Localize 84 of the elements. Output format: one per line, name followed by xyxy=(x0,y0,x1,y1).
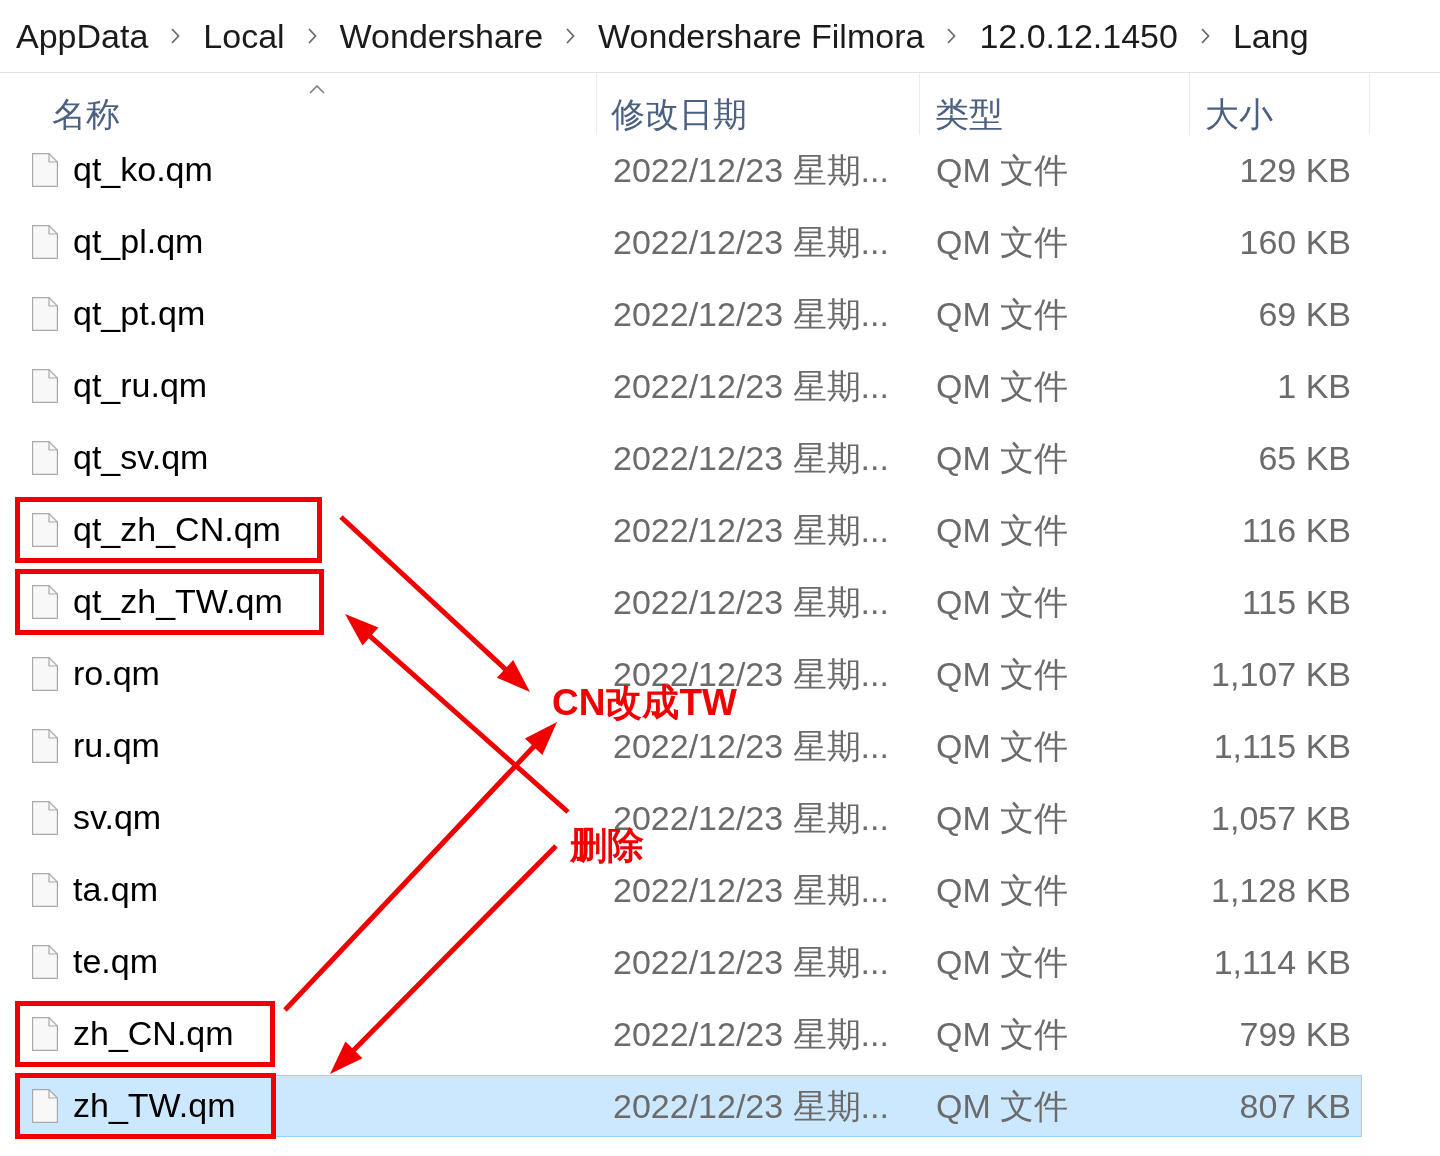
file-icon xyxy=(32,297,58,331)
file-icon xyxy=(32,1089,58,1123)
date-modified: 2022/12/23 星期... xyxy=(613,726,889,765)
chevron-right-icon[interactable] xyxy=(307,28,317,44)
file-size: 129 KB xyxy=(1239,150,1351,189)
file-icon xyxy=(32,369,58,403)
file-icon xyxy=(32,945,58,979)
date-modified: 2022/12/23 星期... xyxy=(613,366,889,405)
file-name[interactable]: te.qm xyxy=(73,943,159,981)
file-name[interactable]: zh_TW.qm xyxy=(73,1087,236,1125)
selected-file-row[interactable]: zh_TW.qm 2022/12/23 星期... QM 文件 807 KB xyxy=(17,1075,1362,1137)
date-modified: 2022/12/23 星期... xyxy=(613,510,889,549)
file-type: QM 文件 xyxy=(936,798,1069,837)
date-modified: 2022/12/23 星期... xyxy=(613,942,889,981)
file-size: 69 KB xyxy=(1258,294,1351,333)
breadcrumb-item[interactable]: Wondershare Filmora xyxy=(598,15,925,57)
file-size: 1,107 KB xyxy=(1211,654,1351,693)
chevron-right-icon[interactable] xyxy=(171,28,181,44)
file-name[interactable]: ro.qm xyxy=(73,655,160,693)
file-size: 160 KB xyxy=(1239,222,1351,261)
file-name[interactable]: zh_CN.qm xyxy=(73,1015,234,1053)
file-type: QM 文件 xyxy=(936,582,1069,621)
file-type: QM 文件 xyxy=(936,726,1069,765)
file-name[interactable]: qt_ko.qm xyxy=(73,151,213,189)
file-icon xyxy=(32,873,58,907)
file-icon xyxy=(32,801,58,835)
column-header[interactable]: 名称 xyxy=(52,92,120,135)
breadcrumb-item[interactable]: AppData xyxy=(16,15,149,57)
file-size: 1 KB xyxy=(1277,366,1351,405)
column-header[interactable]: 大小 xyxy=(1205,92,1273,135)
file-icon xyxy=(32,153,58,187)
file-icon xyxy=(32,441,58,475)
file-size: 1,114 KB xyxy=(1213,942,1351,981)
file-name[interactable]: sv.qm xyxy=(73,799,162,837)
date-modified: 2022/12/23 星期... xyxy=(613,294,889,333)
file-type: QM 文件 xyxy=(936,870,1069,909)
file-name[interactable]: qt_sv.qm xyxy=(73,439,209,477)
file-type: QM 文件 xyxy=(936,654,1069,693)
breadcrumb-item[interactable]: 12.0.12.1450 xyxy=(979,15,1178,57)
file-icon xyxy=(32,657,58,691)
column-header[interactable]: 修改日期 xyxy=(611,92,747,135)
date-modified: 2022/12/23 星期... xyxy=(613,1014,889,1053)
file-name[interactable]: qt_zh_TW.qm xyxy=(73,583,283,621)
file-size: 807 KB xyxy=(1239,1086,1351,1125)
file-icon xyxy=(32,1017,58,1051)
file-type: QM 文件 xyxy=(936,942,1069,981)
date-modified: 2022/12/23 星期... xyxy=(613,222,889,261)
file-type: QM 文件 xyxy=(936,222,1069,261)
file-size: 1,115 KB xyxy=(1213,726,1351,765)
file-icon xyxy=(32,225,58,259)
file-name[interactable]: qt_ru.qm xyxy=(73,367,208,405)
file-type: QM 文件 xyxy=(936,366,1069,405)
file-name[interactable]: qt_zh_CN.qm xyxy=(73,511,281,549)
chevron-right-icon[interactable] xyxy=(566,28,576,44)
file-type: QM 文件 xyxy=(936,294,1069,333)
date-modified: 2022/12/23 星期... xyxy=(613,150,889,189)
file-size: 799 KB xyxy=(1239,1014,1351,1053)
chevron-right-icon[interactable] xyxy=(1200,28,1210,44)
chevron-right-icon[interactable] xyxy=(947,28,957,44)
file-size: 1,128 KB xyxy=(1211,870,1351,909)
file-icon xyxy=(32,513,58,547)
date-modified: 2022/12/23 星期... xyxy=(613,870,889,909)
file-name[interactable]: qt_pt.qm xyxy=(73,295,206,333)
file-name[interactable]: ru.qm xyxy=(73,727,160,765)
file-type: QM 文件 xyxy=(936,1086,1069,1125)
breadcrumb-item[interactable]: Local xyxy=(203,15,285,57)
file-size: 65 KB xyxy=(1258,438,1351,477)
file-name[interactable]: ta.qm xyxy=(73,871,159,909)
file-name[interactable]: qt_pl.qm xyxy=(73,223,204,261)
file-icon xyxy=(32,585,58,619)
file-size: 1,057 KB xyxy=(1211,798,1351,837)
breadcrumb-item[interactable]: Wondershare xyxy=(339,15,544,57)
file-size: 115 KB xyxy=(1242,582,1351,621)
date-modified: 2022/12/23 星期... xyxy=(613,438,889,477)
file-size: 116 KB xyxy=(1242,510,1351,549)
file-type: QM 文件 xyxy=(936,438,1069,477)
date-modified: 2022/12/23 星期... xyxy=(613,1086,889,1125)
file-icon xyxy=(32,729,58,763)
file-type: QM 文件 xyxy=(936,1014,1069,1053)
date-modified: 2022/12/23 星期... xyxy=(613,582,889,621)
breadcrumb-item[interactable]: Lang xyxy=(1232,15,1309,57)
column-header[interactable]: 类型 xyxy=(935,92,1003,135)
file-type: QM 文件 xyxy=(936,150,1069,189)
file-type: QM 文件 xyxy=(936,510,1069,549)
